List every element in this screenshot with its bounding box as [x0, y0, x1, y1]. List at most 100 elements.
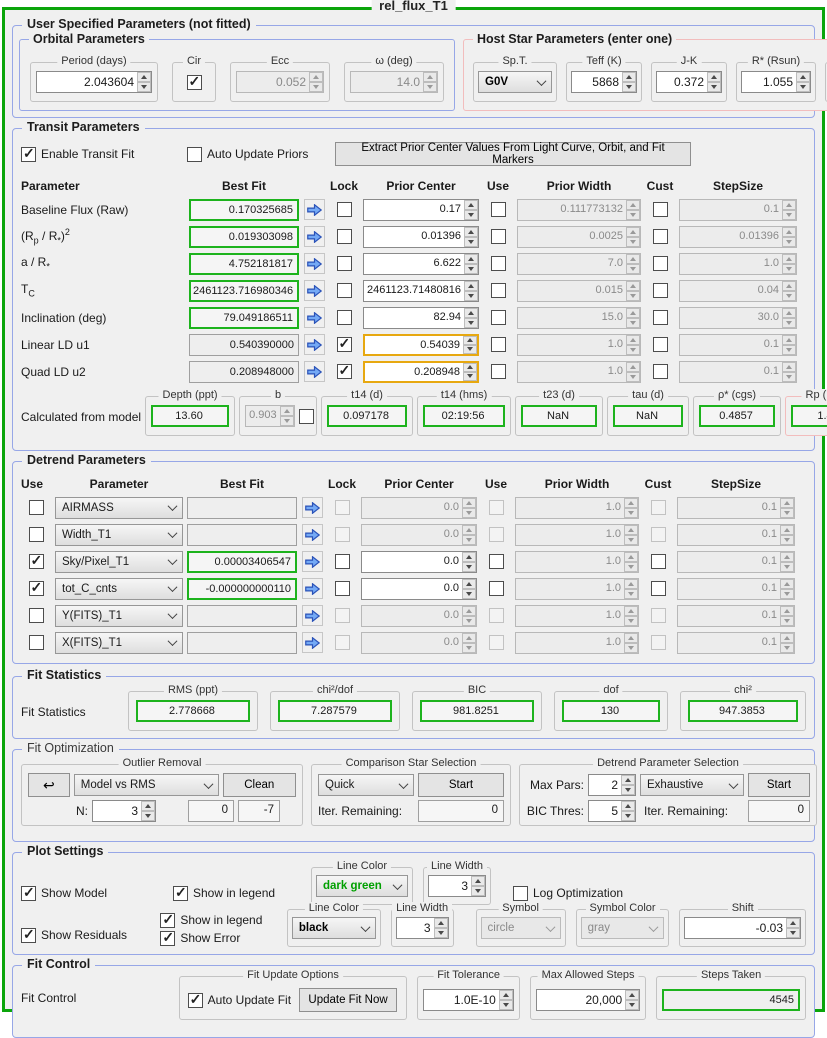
max-pars-input[interactable]: 2	[589, 775, 621, 795]
copy-best-fit-to-prior-button[interactable]	[303, 334, 325, 355]
detrend-param-dropdown[interactable]: X(FITS)_T1	[55, 631, 183, 654]
spinner-arrows[interactable]	[626, 280, 640, 301]
spinner-arrows[interactable]	[626, 334, 640, 355]
outlier-mode-dropdown[interactable]: Model vs RMS	[73, 774, 219, 796]
detrend-selection-start-button[interactable]: Start	[748, 773, 810, 797]
spinner-arrows[interactable]	[626, 361, 640, 382]
cust-checkbox[interactable]	[652, 283, 668, 298]
show-residuals-in-legend-checkbox[interactable]	[160, 911, 176, 928]
use-detrend-checkbox[interactable]	[28, 552, 44, 569]
use-prior-checkbox[interactable]	[490, 202, 506, 217]
spinner-arrows[interactable]	[782, 334, 796, 355]
prior-width-input[interactable]: 1.0	[516, 525, 624, 545]
show-error-checkbox[interactable]	[160, 929, 176, 946]
detrend-param-dropdown[interactable]: Width_T1	[55, 523, 183, 546]
use-prior-checkbox[interactable]	[490, 283, 506, 298]
symbol-color-dropdown[interactable]: gray	[580, 917, 665, 939]
comparison-start-button[interactable]: Start	[418, 773, 504, 797]
prior-width-input[interactable]: 1.0	[516, 606, 624, 626]
step-size-input[interactable]: 30.0	[680, 308, 782, 328]
spinner-arrows[interactable]	[624, 524, 638, 545]
model-line-width-input[interactable]: 3	[429, 876, 471, 896]
spinner-arrows[interactable]	[782, 280, 796, 301]
max-allowed-steps-input[interactable]: 20,000	[537, 990, 625, 1010]
spinner-arrows[interactable]	[621, 801, 635, 821]
extract-prior-center-button[interactable]: Extract Prior Center Values From Light C…	[335, 142, 691, 166]
copy-best-fit-to-prior-button[interactable]	[301, 551, 323, 572]
use-detrend-checkbox[interactable]	[28, 527, 44, 542]
copy-best-fit-to-prior-button[interactable]	[301, 632, 323, 653]
detrend-param-dropdown[interactable]: AIRMASS	[55, 496, 183, 519]
spinner-arrows[interactable]	[624, 578, 638, 599]
copy-best-fit-to-prior-button[interactable]	[303, 280, 325, 301]
step-size-input[interactable]: 0.1	[680, 335, 782, 355]
spinner-arrows[interactable]	[782, 361, 796, 382]
use-prior-checkbox[interactable]	[488, 581, 504, 596]
copy-best-fit-to-prior-button[interactable]	[303, 199, 325, 220]
spinner-arrows[interactable]	[624, 632, 638, 653]
spinner-arrows[interactable]	[423, 72, 437, 92]
update-fit-now-button[interactable]: Update Fit Now	[299, 988, 398, 1012]
lock-checkbox[interactable]	[336, 310, 352, 325]
prior-center-input[interactable]: 0.01396	[364, 227, 464, 247]
show-model-in-legend-checkbox[interactable]	[173, 884, 188, 901]
prior-center-input[interactable]: 0.0	[362, 606, 462, 626]
cust-checkbox[interactable]	[652, 364, 668, 379]
spinner-arrows[interactable]	[464, 199, 478, 220]
cust-checkbox[interactable]	[650, 635, 666, 650]
prior-width-input[interactable]: 15.0	[518, 308, 626, 328]
spinner-arrows[interactable]	[780, 605, 794, 626]
spinner-arrows[interactable]	[624, 551, 638, 572]
copy-best-fit-to-prior-button[interactable]	[303, 226, 325, 247]
use-prior-checkbox[interactable]	[488, 635, 504, 650]
spinner-arrows[interactable]	[462, 605, 476, 626]
copy-best-fit-to-prior-button[interactable]	[301, 578, 323, 599]
spinner-arrows[interactable]	[782, 307, 796, 328]
symbol-dropdown[interactable]: circle	[480, 917, 561, 939]
impact-parameter-checkbox[interactable]	[298, 408, 314, 424]
spectral-type-dropdown[interactable]: G0V	[478, 71, 552, 93]
use-detrend-checkbox[interactable]	[28, 608, 44, 623]
undo-outlier-removal-button[interactable]: ↩	[28, 773, 70, 797]
spinner-arrows[interactable]	[626, 199, 640, 220]
lock-checkbox[interactable]	[334, 527, 350, 542]
spinner-arrows[interactable]	[141, 801, 155, 821]
prior-center-input[interactable]: 82.94	[364, 308, 464, 328]
spinner-arrows[interactable]	[707, 72, 721, 92]
log-optimization-checkbox[interactable]	[513, 885, 528, 901]
cust-checkbox[interactable]	[652, 202, 668, 217]
rstar-input[interactable]: 1.055	[742, 72, 796, 92]
lock-checkbox[interactable]	[334, 635, 350, 650]
auto-update-fit-checkbox[interactable]	[187, 991, 203, 1008]
cust-checkbox[interactable]	[652, 229, 668, 244]
step-size-input[interactable]: 0.04	[680, 281, 782, 301]
step-size-input[interactable]: 0.1	[678, 498, 780, 518]
cust-checkbox[interactable]	[652, 310, 668, 325]
spinner-arrows[interactable]	[621, 775, 635, 795]
use-detrend-checkbox[interactable]	[28, 500, 44, 515]
prior-center-input[interactable]: 0.0	[362, 579, 462, 599]
step-size-input[interactable]: 0.01396	[680, 227, 782, 247]
spinner-arrows[interactable]	[462, 551, 476, 572]
lock-checkbox[interactable]	[334, 581, 350, 596]
circular-orbit-checkbox[interactable]	[186, 73, 202, 90]
spinner-arrows[interactable]	[780, 551, 794, 572]
detrend-param-dropdown[interactable]: Y(FITS)_T1	[55, 604, 183, 627]
spinner-arrows[interactable]	[433, 918, 448, 938]
spinner-arrows[interactable]	[462, 632, 476, 653]
spinner-arrows[interactable]	[796, 72, 810, 92]
spinner-arrows[interactable]	[463, 335, 477, 354]
residuals-line-color-dropdown[interactable]: black	[291, 917, 376, 939]
spinner-arrows[interactable]	[782, 226, 796, 247]
spinner-arrows[interactable]	[626, 307, 640, 328]
omega-input[interactable]: 14.0	[351, 72, 423, 92]
prior-center-input[interactable]: 0.0	[362, 552, 462, 572]
spinner-arrows[interactable]	[624, 605, 638, 626]
spinner-arrows[interactable]	[622, 72, 636, 92]
prior-width-input[interactable]: 1.0	[516, 552, 624, 572]
prior-width-input[interactable]: 1.0	[516, 498, 624, 518]
use-prior-checkbox[interactable]	[490, 310, 506, 325]
spinner-arrows[interactable]	[498, 990, 513, 1010]
spinner-arrows[interactable]	[780, 524, 794, 545]
step-size-input[interactable]: 0.1	[678, 633, 780, 653]
